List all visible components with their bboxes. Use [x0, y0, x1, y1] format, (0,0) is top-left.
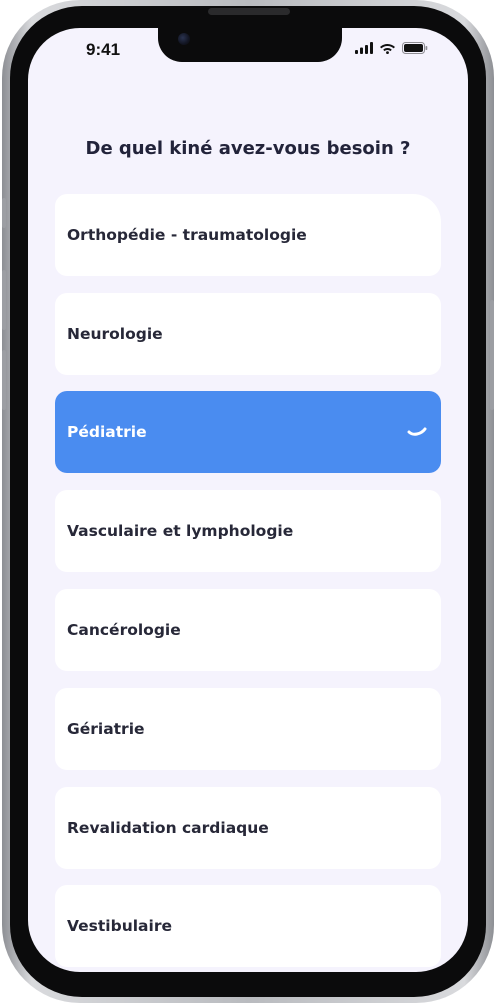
battery-icon: [402, 42, 428, 54]
option-cancerologie[interactable]: Cancérologie: [55, 589, 441, 671]
wifi-icon: [380, 44, 395, 54]
earpiece-speaker: [208, 8, 290, 15]
option-pediatrie[interactable]: Pédiatrie: [55, 391, 441, 473]
notch: [158, 28, 342, 62]
status-bar: 9:41: [28, 28, 468, 72]
page-title: De quel kiné avez-vous besoin ?: [85, 138, 411, 159]
status-time: 9:41: [86, 40, 121, 59]
option-revalidation-cardiaque[interactable]: Revalidation cardiaque: [55, 787, 441, 869]
option-label: Cancérologie: [67, 621, 181, 639]
check-icon: [407, 427, 427, 436]
phone-screen: 9:41 De quel kiné avez-vous besoin ? Ort…: [28, 28, 468, 972]
volume-down-button: [2, 350, 6, 410]
status-icons: [355, 42, 428, 54]
option-orthopedie[interactable]: Orthopédie - traumatologie: [55, 194, 441, 276]
option-label: Pédiatrie: [67, 423, 147, 441]
option-label: Neurologie: [67, 325, 163, 343]
option-vasculaire[interactable]: Vasculaire et lymphologie: [55, 490, 441, 572]
option-geriatrie[interactable]: Gériatrie: [55, 688, 441, 770]
front-camera-icon: [178, 33, 190, 45]
option-label: Orthopédie - traumatologie: [67, 226, 307, 244]
option-vestibulaire[interactable]: Vestibulaire: [55, 885, 441, 967]
option-label: Gériatrie: [67, 720, 145, 738]
volume-up-button: [2, 270, 6, 330]
power-button: [490, 300, 494, 410]
cellular-signal-icon: [355, 42, 373, 54]
option-label: Revalidation cardiaque: [67, 819, 269, 837]
silent-switch: [2, 198, 6, 228]
option-label: Vestibulaire: [67, 917, 172, 935]
option-neurologie[interactable]: Neurologie: [55, 293, 441, 375]
option-label: Vasculaire et lymphologie: [67, 522, 294, 540]
